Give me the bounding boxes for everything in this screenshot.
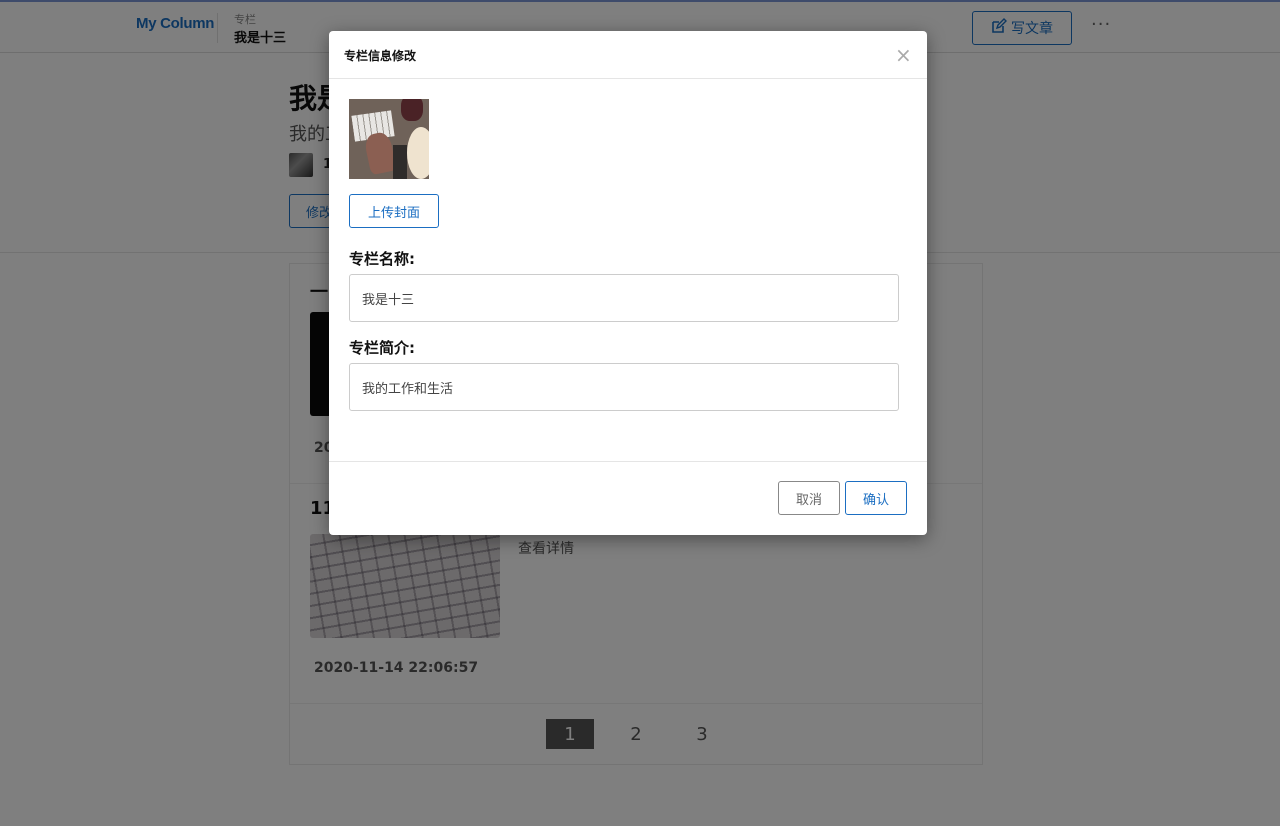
column-description-input[interactable]: 我的工作和生活 <box>349 363 899 411</box>
modal-footer: 取消 确认 <box>329 461 927 535</box>
close-icon[interactable]: × <box>895 43 912 67</box>
cover-image <box>349 99 429 179</box>
upload-cover-button[interactable]: 上传封面 <box>349 194 439 228</box>
column-name-input[interactable]: 我是十三 <box>349 274 899 322</box>
edit-column-modal: 专栏信息修改 × 上传封面 专栏名称: 我是十三 专栏简介: 我的工作和生活 取… <box>329 31 927 535</box>
cancel-button[interactable]: 取消 <box>778 481 840 515</box>
modal-title: 专栏信息修改 <box>344 49 417 63</box>
column-name-label: 专栏名称: <box>349 250 415 268</box>
column-description-label: 专栏简介: <box>349 339 415 357</box>
confirm-button[interactable]: 确认 <box>845 481 907 515</box>
modal-header: 专栏信息修改 × <box>329 31 927 79</box>
